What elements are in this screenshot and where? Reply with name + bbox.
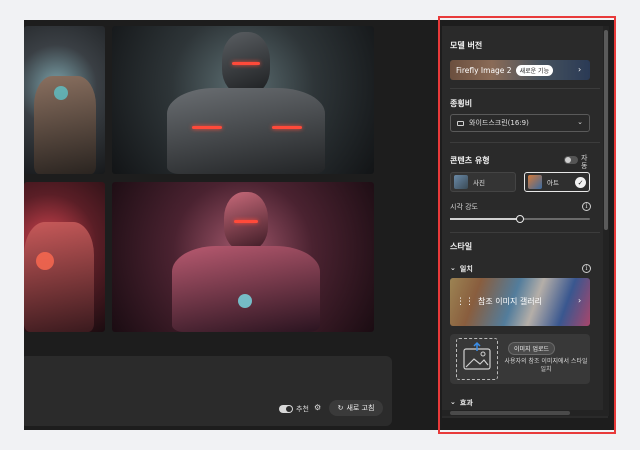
effects-label: 효과: [459, 399, 473, 407]
upload-reference-card[interactable]: 이미지 업로드 사용자의 참조 이미지에서 스타일 일치: [450, 334, 590, 384]
chevron-down-icon: ⌄: [577, 118, 583, 126]
gallery-label-row: ⋮⋮ 참조 이미지 갤러리: [456, 296, 542, 307]
chevron-right-icon: ›: [578, 65, 582, 74]
chevron-down-icon: ⌄: [450, 264, 456, 272]
new-feature-badge: 새로운 기능: [515, 64, 554, 76]
divider: [450, 88, 600, 89]
model-version-card[interactable]: Firefly Image 2 새로운 기능 ›: [450, 60, 590, 80]
model-name: Firefly Image 2: [456, 65, 512, 75]
panel-scrollbar-horizontal[interactable]: [442, 410, 603, 416]
grid-icon: ⋮⋮: [456, 296, 474, 307]
info-icon[interactable]: i: [582, 202, 591, 211]
settings-panel: 모델 버전 Firefly Image 2 새로운 기능 › 종횡비 와이드스크…: [442, 26, 608, 418]
slider-handle[interactable]: [516, 215, 524, 223]
upload-image-button[interactable]: 이미지 업로드: [508, 342, 556, 355]
divider: [450, 232, 600, 233]
auto-toggle[interactable]: [564, 156, 578, 164]
slider-fill: [450, 218, 520, 220]
match-section-toggle[interactable]: ⌄ 일치: [450, 264, 473, 274]
recommend-label: 추천: [296, 405, 309, 413]
chevron-down-icon: ⌄: [450, 398, 456, 406]
generated-image-2[interactable]: [112, 26, 374, 174]
photo-thumbnail: [454, 175, 468, 189]
content-type-art-label: 아트: [547, 179, 559, 187]
effects-section-toggle[interactable]: ⌄ 효과: [450, 398, 473, 408]
widescreen-icon: [457, 120, 464, 126]
generated-image-4[interactable]: [112, 182, 374, 332]
chevron-right-icon: ›: [578, 296, 582, 305]
aspect-ratio-title: 종횡비: [450, 99, 473, 108]
recommend-toggle[interactable]: [279, 405, 293, 413]
aspect-ratio-select[interactable]: 와이드스크린(16:9) ⌄: [450, 114, 590, 132]
auto-label: 자동: [581, 154, 588, 170]
panel-scrollbar-vertical[interactable]: [603, 26, 609, 416]
firefly-app: 추천 ⚙ ↻ 새로 고침 모델 버전 Firefly Image 2 새로운 기…: [24, 20, 616, 430]
upload-description: 사용자의 참조 이미지에서 스타일 일치: [504, 358, 588, 373]
refresh-icon: ↻: [337, 404, 344, 412]
info-icon[interactable]: i: [582, 264, 591, 273]
generated-image-3[interactable]: [24, 182, 105, 332]
visual-intensity-label: 시각 강도: [450, 203, 478, 211]
reference-gallery-card[interactable]: ⋮⋮ 참조 이미지 갤러리 ›: [450, 278, 590, 326]
model-version-title: 모델 버전: [450, 41, 483, 50]
settings-icon[interactable]: ⚙: [314, 403, 321, 412]
scrollbar-thumb[interactable]: [450, 411, 570, 415]
generated-images-grid: [24, 26, 436, 348]
gallery-label: 참조 이미지 갤러리: [478, 297, 542, 306]
aspect-ratio-value: 와이드스크린(16:9): [469, 119, 529, 127]
content-type-photo[interactable]: 사진: [450, 172, 516, 192]
scrollbar-thumb[interactable]: [604, 30, 608, 230]
checkmark-icon: ✓: [575, 177, 586, 188]
refresh-label: 새로 고침: [346, 404, 375, 412]
divider: [450, 142, 600, 143]
style-title: 스타일: [450, 242, 473, 251]
match-label: 일치: [459, 265, 473, 273]
content-type-art[interactable]: 아트 ✓: [524, 172, 590, 192]
upload-dropzone[interactable]: [456, 338, 498, 380]
visual-intensity-slider[interactable]: [450, 215, 590, 223]
content-type-title: 콘텐츠 유형: [450, 156, 490, 165]
refresh-button[interactable]: ↻ 새로 고침: [329, 400, 383, 416]
art-thumbnail: [528, 175, 542, 189]
generated-image-1[interactable]: [24, 26, 105, 174]
image-upload-icon: [463, 341, 491, 370]
content-type-photo-label: 사진: [473, 179, 485, 187]
